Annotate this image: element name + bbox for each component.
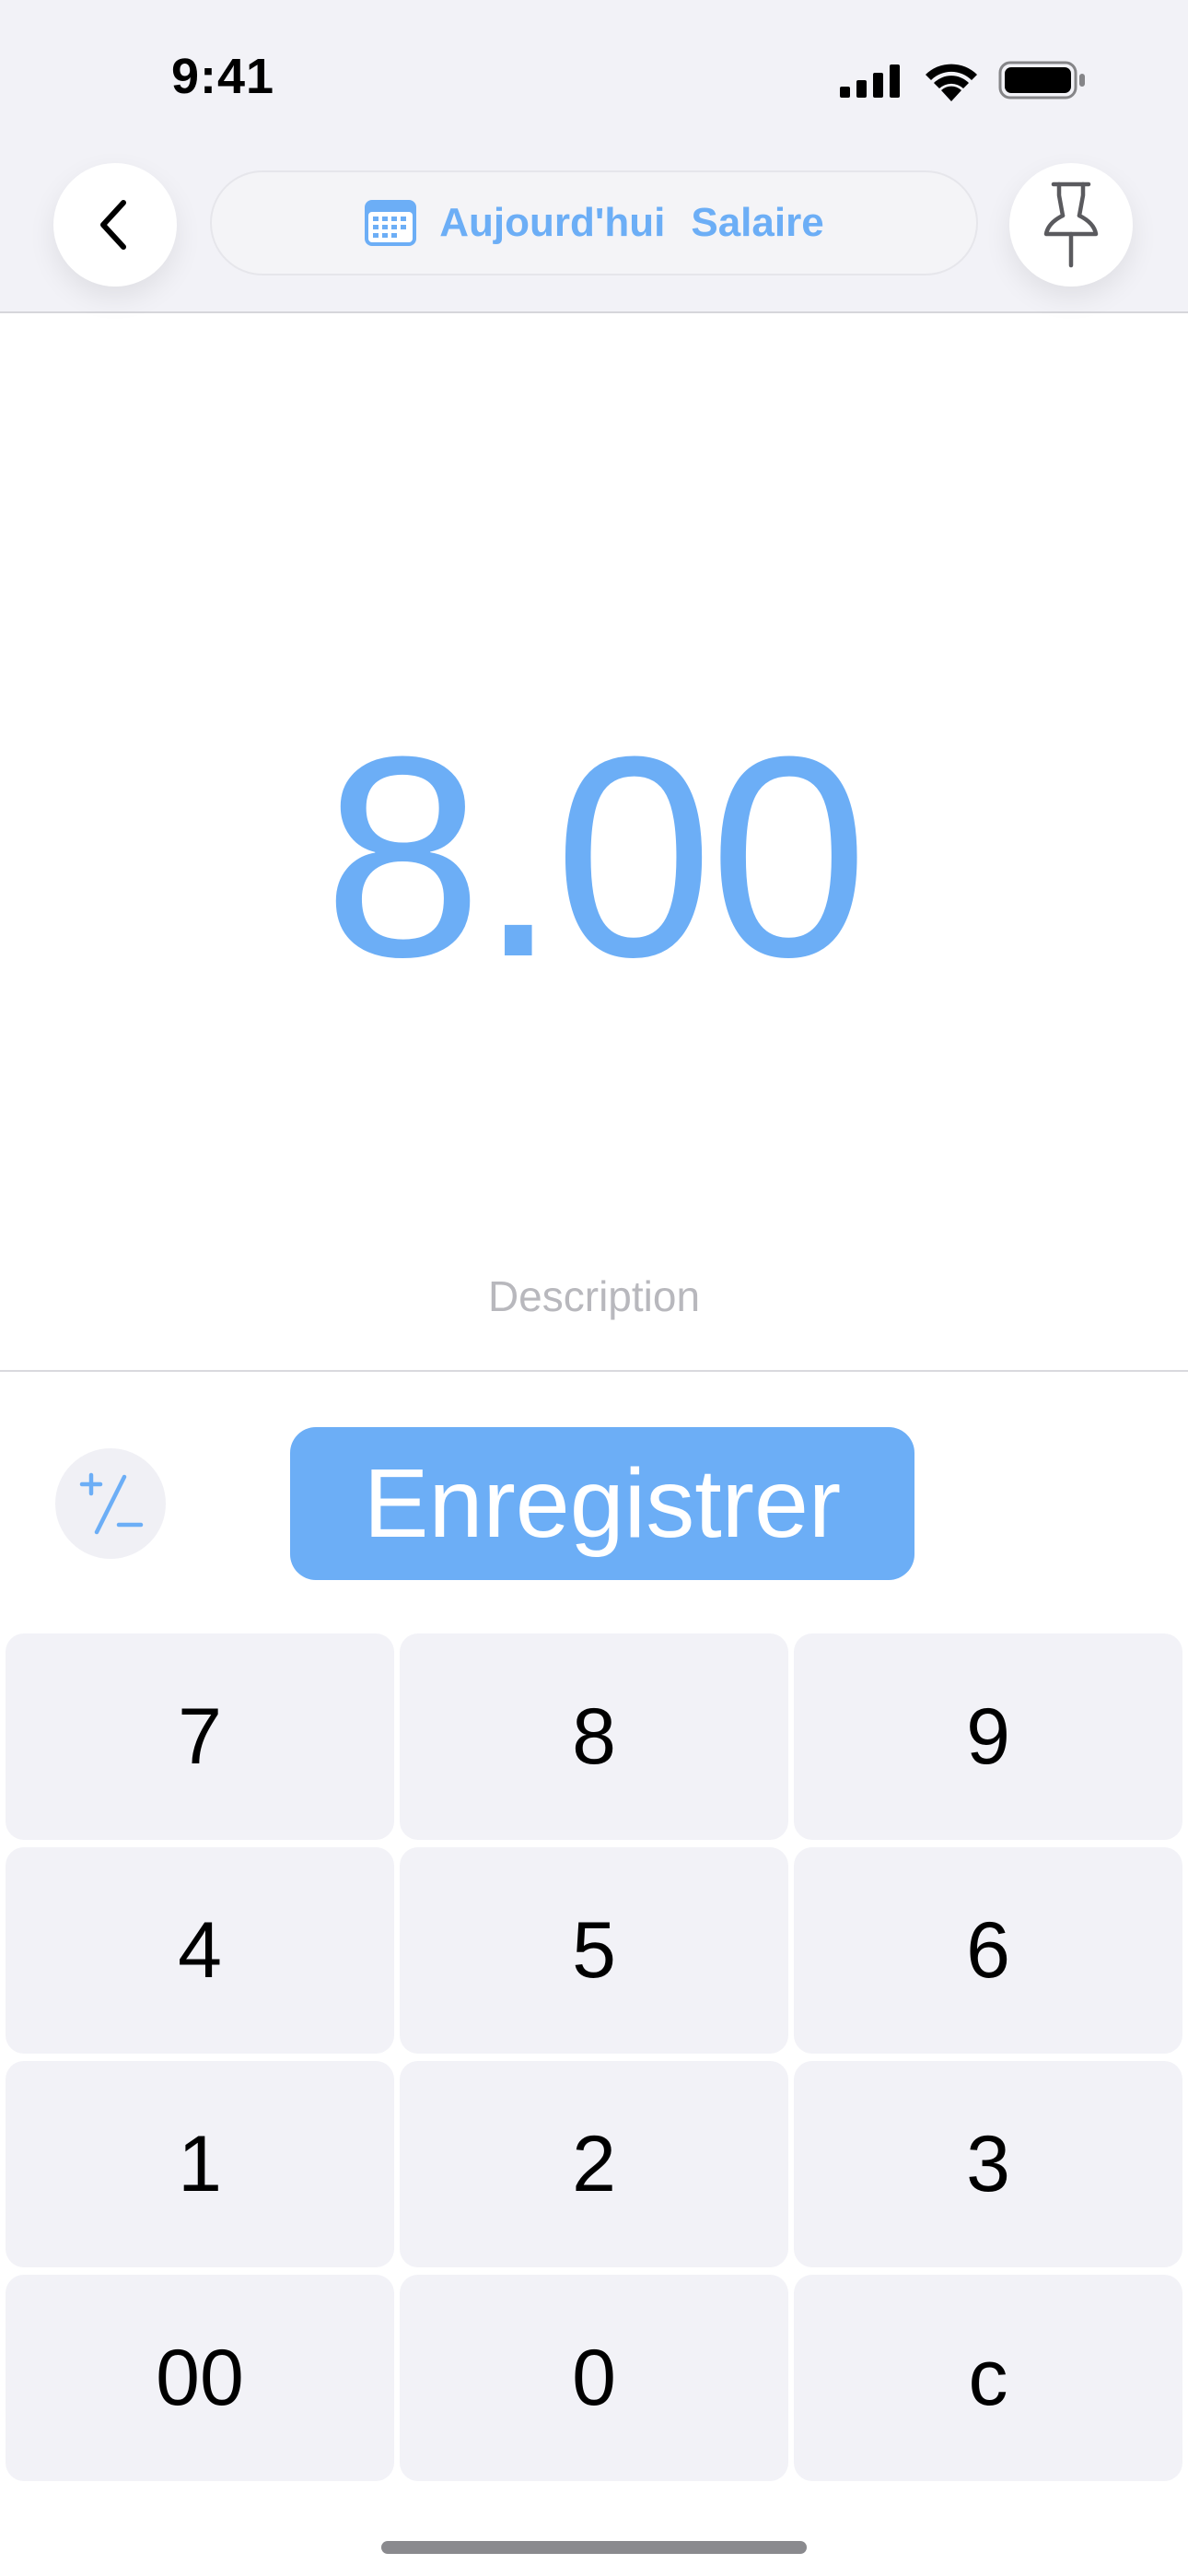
sign-toggle-button[interactable] — [55, 1448, 166, 1559]
save-button[interactable]: Enregistrer — [290, 1427, 914, 1580]
date-label: Aujourd'hui — [439, 200, 666, 245]
numeric-keypad: 7 8 9 4 5 6 1 2 3 00 0 c — [6, 1633, 1182, 2481]
key-7[interactable]: 7 — [6, 1633, 394, 1840]
key-4[interactable]: 4 — [6, 1847, 394, 2054]
wifi-icon — [926, 64, 977, 101]
status-icons — [840, 57, 1089, 103]
pin-button[interactable] — [1009, 163, 1133, 287]
key-5[interactable]: 5 — [400, 1847, 788, 2054]
chevron-left-icon — [100, 200, 126, 250]
key-00[interactable]: 00 — [6, 2275, 394, 2481]
key-2[interactable]: 2 — [400, 2061, 788, 2267]
divider — [0, 1370, 1188, 1372]
battery-icon — [998, 61, 1085, 100]
key-6[interactable]: 6 — [794, 1847, 1182, 2054]
key-3[interactable]: 3 — [794, 2061, 1182, 2267]
key-1[interactable]: 1 — [6, 2061, 394, 2267]
back-button[interactable] — [53, 163, 177, 287]
category-label: Salaire — [691, 200, 824, 245]
status-time: 9:41 — [171, 49, 275, 104]
key-0[interactable]: 0 — [400, 2275, 788, 2481]
amount-display: 8.00 — [323, 697, 868, 1016]
date-category-selector[interactable]: Aujourd'hui Salaire — [210, 170, 978, 275]
home-indicator[interactable] — [381, 2541, 807, 2554]
key-9[interactable]: 9 — [794, 1633, 1182, 1840]
pushpin-icon — [1043, 181, 1099, 268]
description-field[interactable]: Description — [0, 1271, 1188, 1321]
plus-minus-icon — [79, 1472, 144, 1535]
key-8[interactable]: 8 — [400, 1633, 788, 1840]
calendar-icon — [364, 199, 417, 247]
key-clear[interactable]: c — [794, 2275, 1182, 2481]
top-bar: 9:41 Aujourd'hui Salaire — [0, 0, 1188, 313]
cellular-signal-icon — [840, 64, 900, 98]
